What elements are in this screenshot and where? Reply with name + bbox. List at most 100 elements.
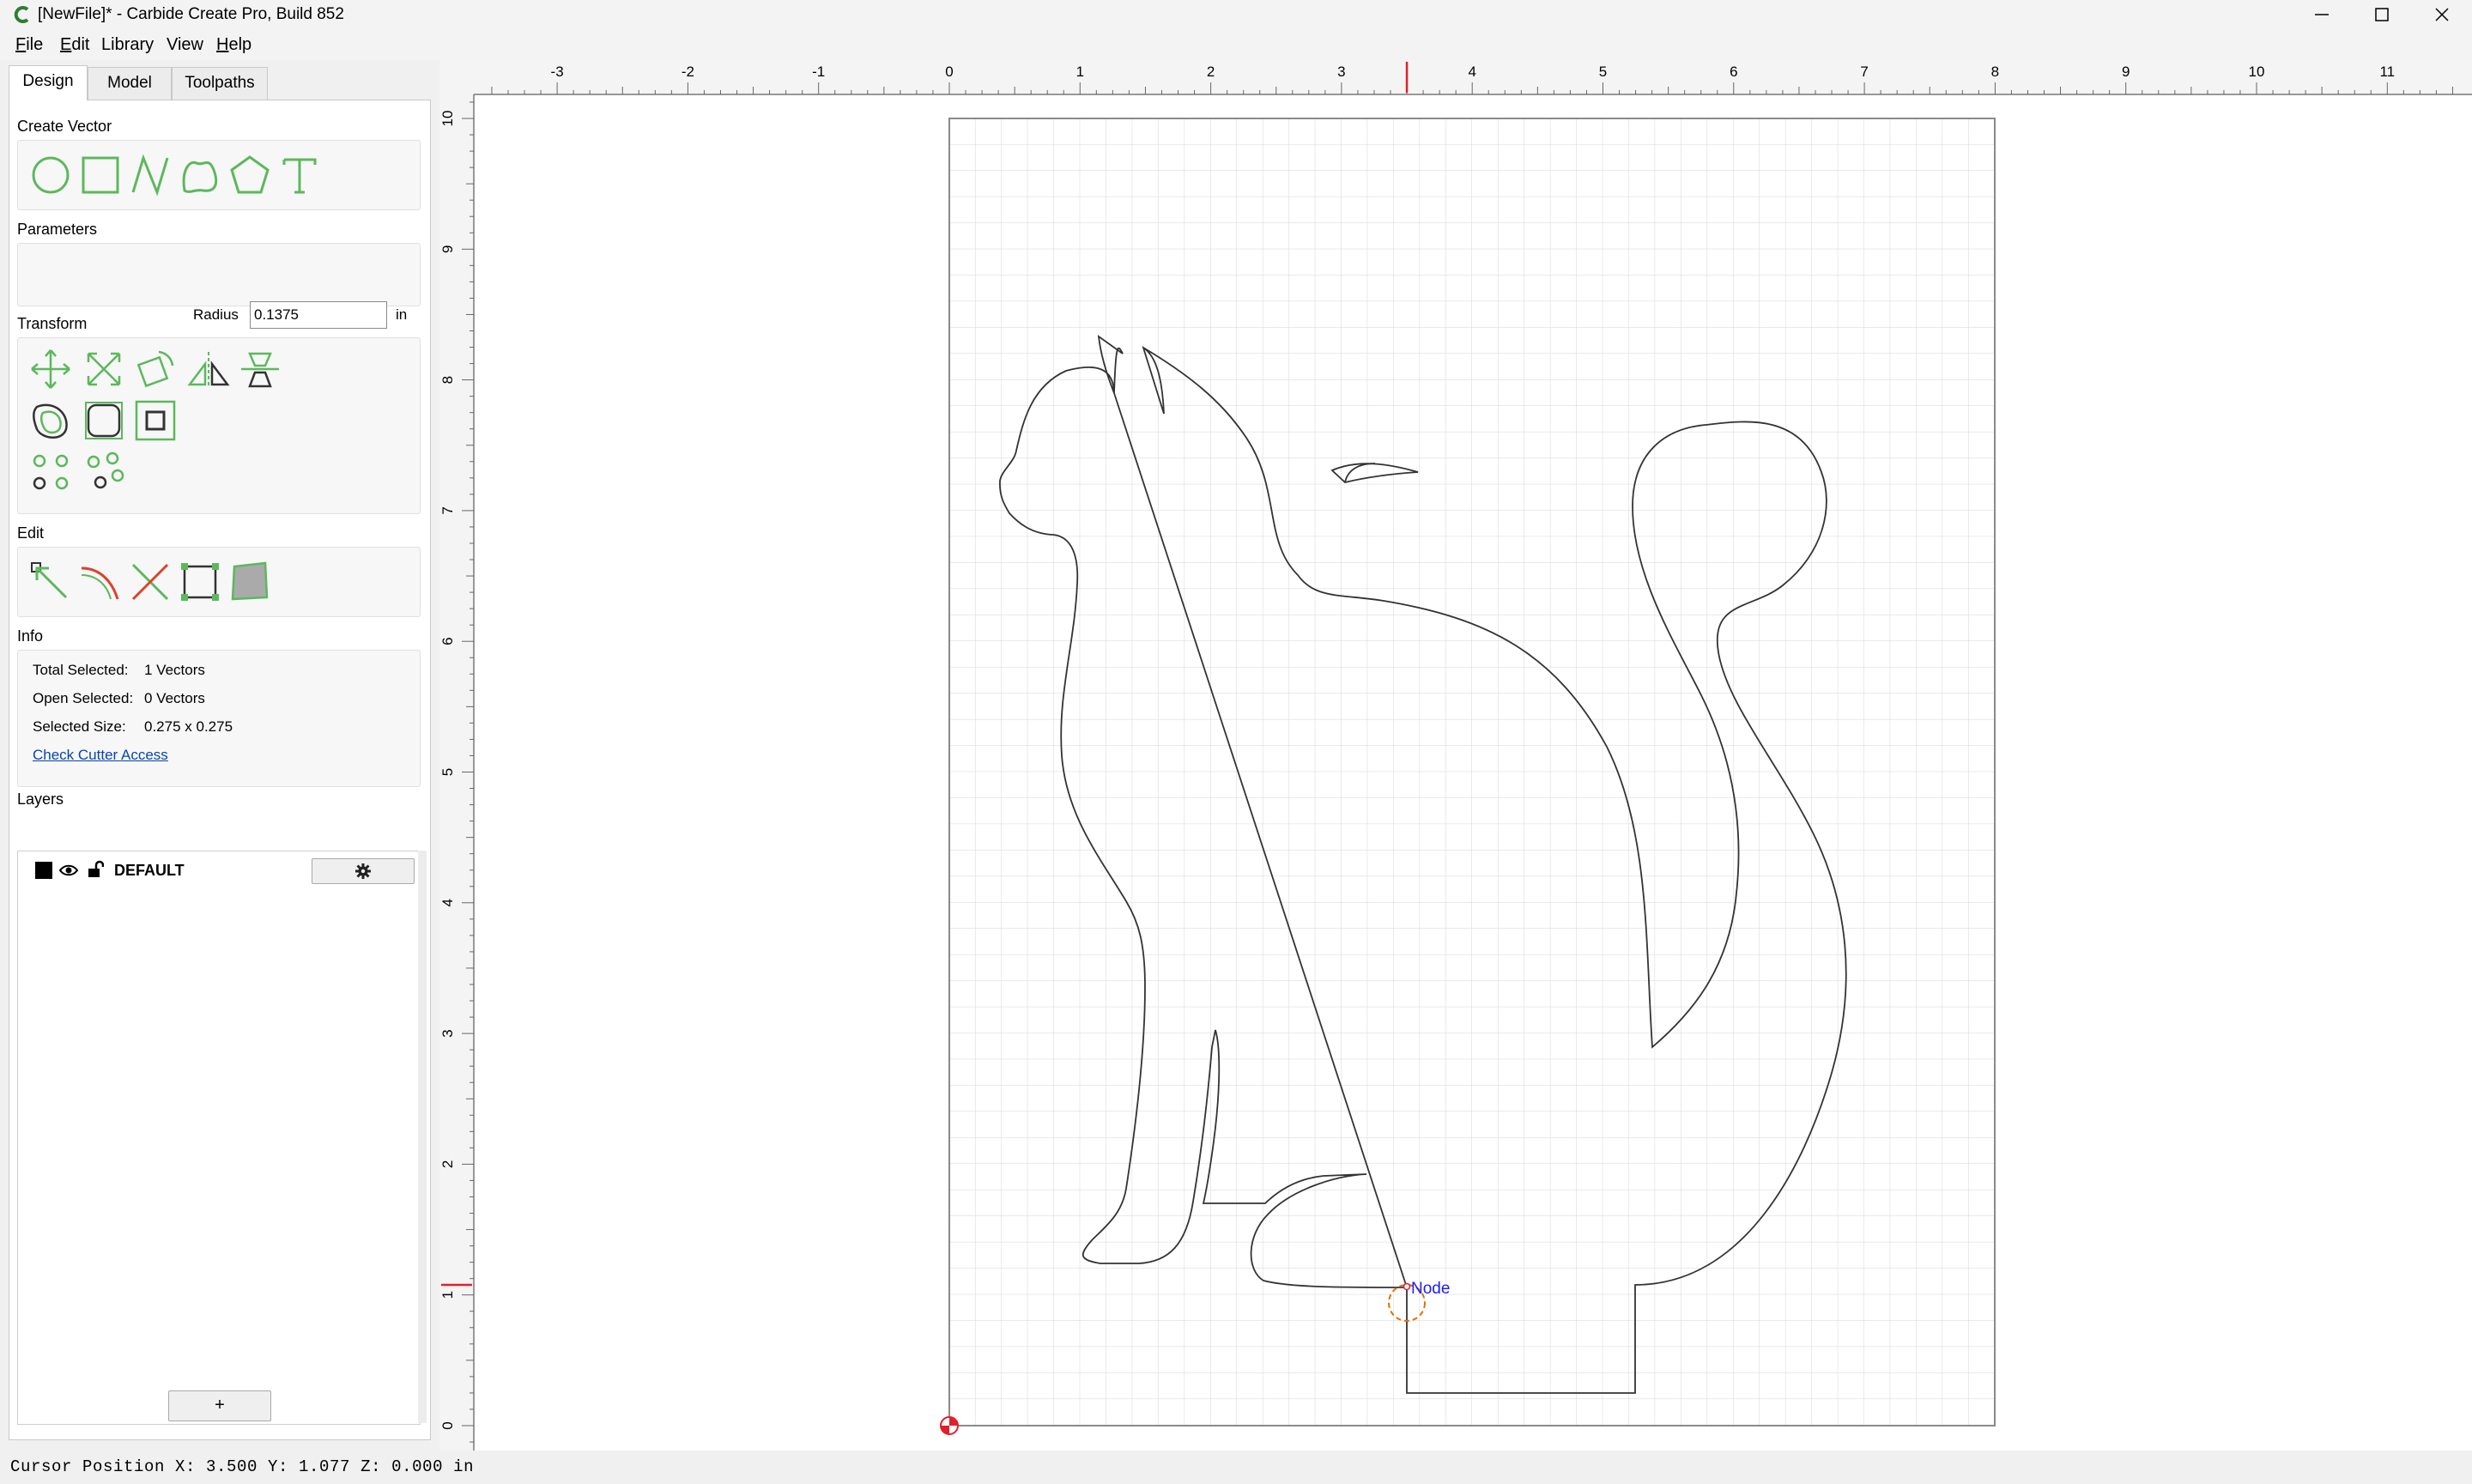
ruler-x-label: 0 bbox=[945, 64, 953, 80]
layers-scrollbar[interactable] bbox=[418, 851, 427, 1423]
open-selected-label: Open Selected: bbox=[33, 690, 134, 706]
bounding-box-icon bbox=[181, 563, 219, 601]
radius-unit: in bbox=[396, 306, 408, 323]
ruler-x-label: 3 bbox=[1337, 64, 1345, 80]
ruler-x-label: 7 bbox=[1860, 64, 1868, 80]
parameters-group bbox=[17, 243, 421, 306]
layers-list: DEFAULT bbox=[17, 851, 421, 1425]
node-handle[interactable] bbox=[1403, 1282, 1411, 1291]
ruler-y-label: 2 bbox=[439, 1160, 456, 1168]
ruler-y-label: 6 bbox=[439, 637, 456, 645]
eye-icon[interactable] bbox=[59, 862, 78, 879]
canvas-svg[interactable]: -3 -2 -1 0 1 2 3 4 5 6 7 8 9 10 11 109876543210 Node bbox=[439, 60, 2472, 1451]
ruler-y-label: 5 bbox=[439, 768, 456, 776]
menu-bar: File Edit Library View Help bbox=[0, 29, 2472, 60]
curve-tool-button[interactable] bbox=[178, 153, 222, 197]
section-transform: Transform bbox=[17, 315, 88, 332]
origin-marker bbox=[940, 1416, 959, 1435]
radius-label: Radius bbox=[193, 306, 239, 323]
ruler-x-label: 5 bbox=[1599, 64, 1607, 80]
section-parameters: Parameters bbox=[17, 221, 98, 238]
layer-settings-button[interactable] bbox=[312, 858, 415, 884]
menu-file[interactable]: File bbox=[12, 34, 46, 55]
node-edit-icon bbox=[31, 562, 68, 599]
minimize-icon bbox=[2315, 14, 2329, 15]
design-pane: Create Vector Parameters Radius 0.1375 i… bbox=[9, 100, 431, 1440]
edit-group bbox=[17, 547, 421, 617]
trim-tool-button[interactable] bbox=[78, 560, 123, 604]
align-tool-button[interactable] bbox=[238, 347, 282, 391]
ruler-x-label: 10 bbox=[2249, 64, 2265, 80]
rotate-tool-button[interactable] bbox=[133, 347, 178, 391]
tab-design[interactable]: Design bbox=[9, 65, 88, 100]
text-icon bbox=[282, 158, 317, 194]
smooth-tool-button[interactable] bbox=[227, 560, 272, 604]
unlock-icon[interactable] bbox=[87, 860, 104, 879]
status-bar: Cursor Position X: 3.500 Y: 1.077 Z: 0.0… bbox=[0, 1452, 2472, 1484]
text-tool-button[interactable] bbox=[277, 153, 322, 197]
ruler-y-label: 9 bbox=[439, 245, 456, 253]
tab-toolpaths[interactable]: Toolpaths bbox=[172, 67, 268, 100]
rectangle-tool-button[interactable] bbox=[78, 153, 123, 197]
scale-tool-button[interactable] bbox=[82, 347, 126, 391]
menu-library[interactable]: Library bbox=[98, 34, 157, 55]
add-layer-button[interactable]: + bbox=[168, 1390, 271, 1421]
radius-input[interactable] bbox=[250, 301, 387, 329]
ruler-x-label: -2 bbox=[682, 64, 694, 80]
polygon-icon bbox=[230, 155, 270, 194]
check-cutter-access-link[interactable]: Check Cutter Access bbox=[33, 747, 168, 764]
mirror-icon bbox=[187, 352, 230, 388]
gear-icon bbox=[355, 863, 371, 879]
move-tool-button[interactable] bbox=[28, 347, 73, 391]
layer-color-swatch[interactable] bbox=[35, 862, 52, 879]
total-selected-label: Total Selected: bbox=[33, 662, 129, 678]
ruler-x-label: 2 bbox=[1207, 64, 1215, 80]
stock-grid bbox=[949, 118, 1995, 1426]
close-button[interactable] bbox=[2412, 0, 2472, 29]
create-vector-group bbox=[17, 140, 421, 210]
total-selected-value: 1 Vectors bbox=[144, 662, 205, 678]
layer-row[interactable]: DEFAULT bbox=[18, 851, 418, 889]
node-label: Node bbox=[1411, 1280, 1450, 1298]
minimize-button[interactable] bbox=[2292, 0, 2352, 29]
ruler-y-label: 7 bbox=[439, 506, 456, 514]
boolean-tool-button[interactable] bbox=[133, 398, 178, 443]
menu-view[interactable]: View bbox=[163, 34, 207, 55]
maximize-button[interactable] bbox=[2352, 0, 2412, 29]
layer-name: DEFAULT bbox=[114, 862, 185, 879]
polygon-tool-button[interactable] bbox=[227, 153, 272, 197]
ruler-x-label: -3 bbox=[551, 64, 564, 80]
transform-group bbox=[17, 337, 421, 514]
ruler-y-label: 10 bbox=[439, 111, 456, 127]
menu-edit[interactable]: Edit bbox=[57, 34, 93, 55]
horizontal-ruler bbox=[439, 60, 2472, 94]
title-bar: [NewFile]* - Carbide Create Pro, Build 8… bbox=[0, 0, 2472, 29]
section-edit: Edit bbox=[17, 524, 45, 542]
align-icon bbox=[241, 352, 279, 388]
circular-array-tool-button[interactable] bbox=[82, 450, 126, 494]
cut-tool-button[interactable] bbox=[128, 560, 173, 604]
design-canvas[interactable]: -3 -2 -1 0 1 2 3 4 5 6 7 8 9 10 11 10 9 8 7 6 5 4 3 2 1 0 Node bbox=[439, 60, 2472, 1451]
ruler-x-label: -1 bbox=[812, 64, 825, 80]
fillet-tool-button[interactable] bbox=[82, 398, 126, 443]
maximize-icon bbox=[2375, 8, 2389, 21]
menu-help[interactable]: Help bbox=[213, 34, 255, 55]
offset-tool-button[interactable] bbox=[28, 398, 73, 443]
array-tool-button[interactable] bbox=[28, 450, 73, 494]
circle-tool-button[interactable] bbox=[28, 153, 73, 197]
array-icon bbox=[33, 454, 69, 490]
bounding-box-tool-button[interactable] bbox=[178, 560, 222, 604]
selected-size-value: 0.275 x 0.275 bbox=[144, 718, 233, 735]
circle-icon bbox=[32, 156, 70, 194]
ruler-y-label: 0 bbox=[439, 1421, 456, 1429]
polyline-tool-button[interactable] bbox=[128, 153, 173, 197]
ruler-x-label: 8 bbox=[1991, 64, 1999, 80]
ruler-x-label: 11 bbox=[2379, 64, 2395, 80]
section-layers: Layers bbox=[17, 790, 64, 808]
window-title: [NewFile]* - Carbide Create Pro, Build 8… bbox=[38, 5, 344, 23]
tab-model[interactable]: Model bbox=[88, 67, 172, 100]
mirror-tool-button[interactable] bbox=[186, 347, 231, 391]
trim-icon bbox=[81, 566, 119, 600]
close-icon bbox=[2435, 8, 2449, 21]
node-edit-tool-button[interactable] bbox=[28, 560, 73, 604]
